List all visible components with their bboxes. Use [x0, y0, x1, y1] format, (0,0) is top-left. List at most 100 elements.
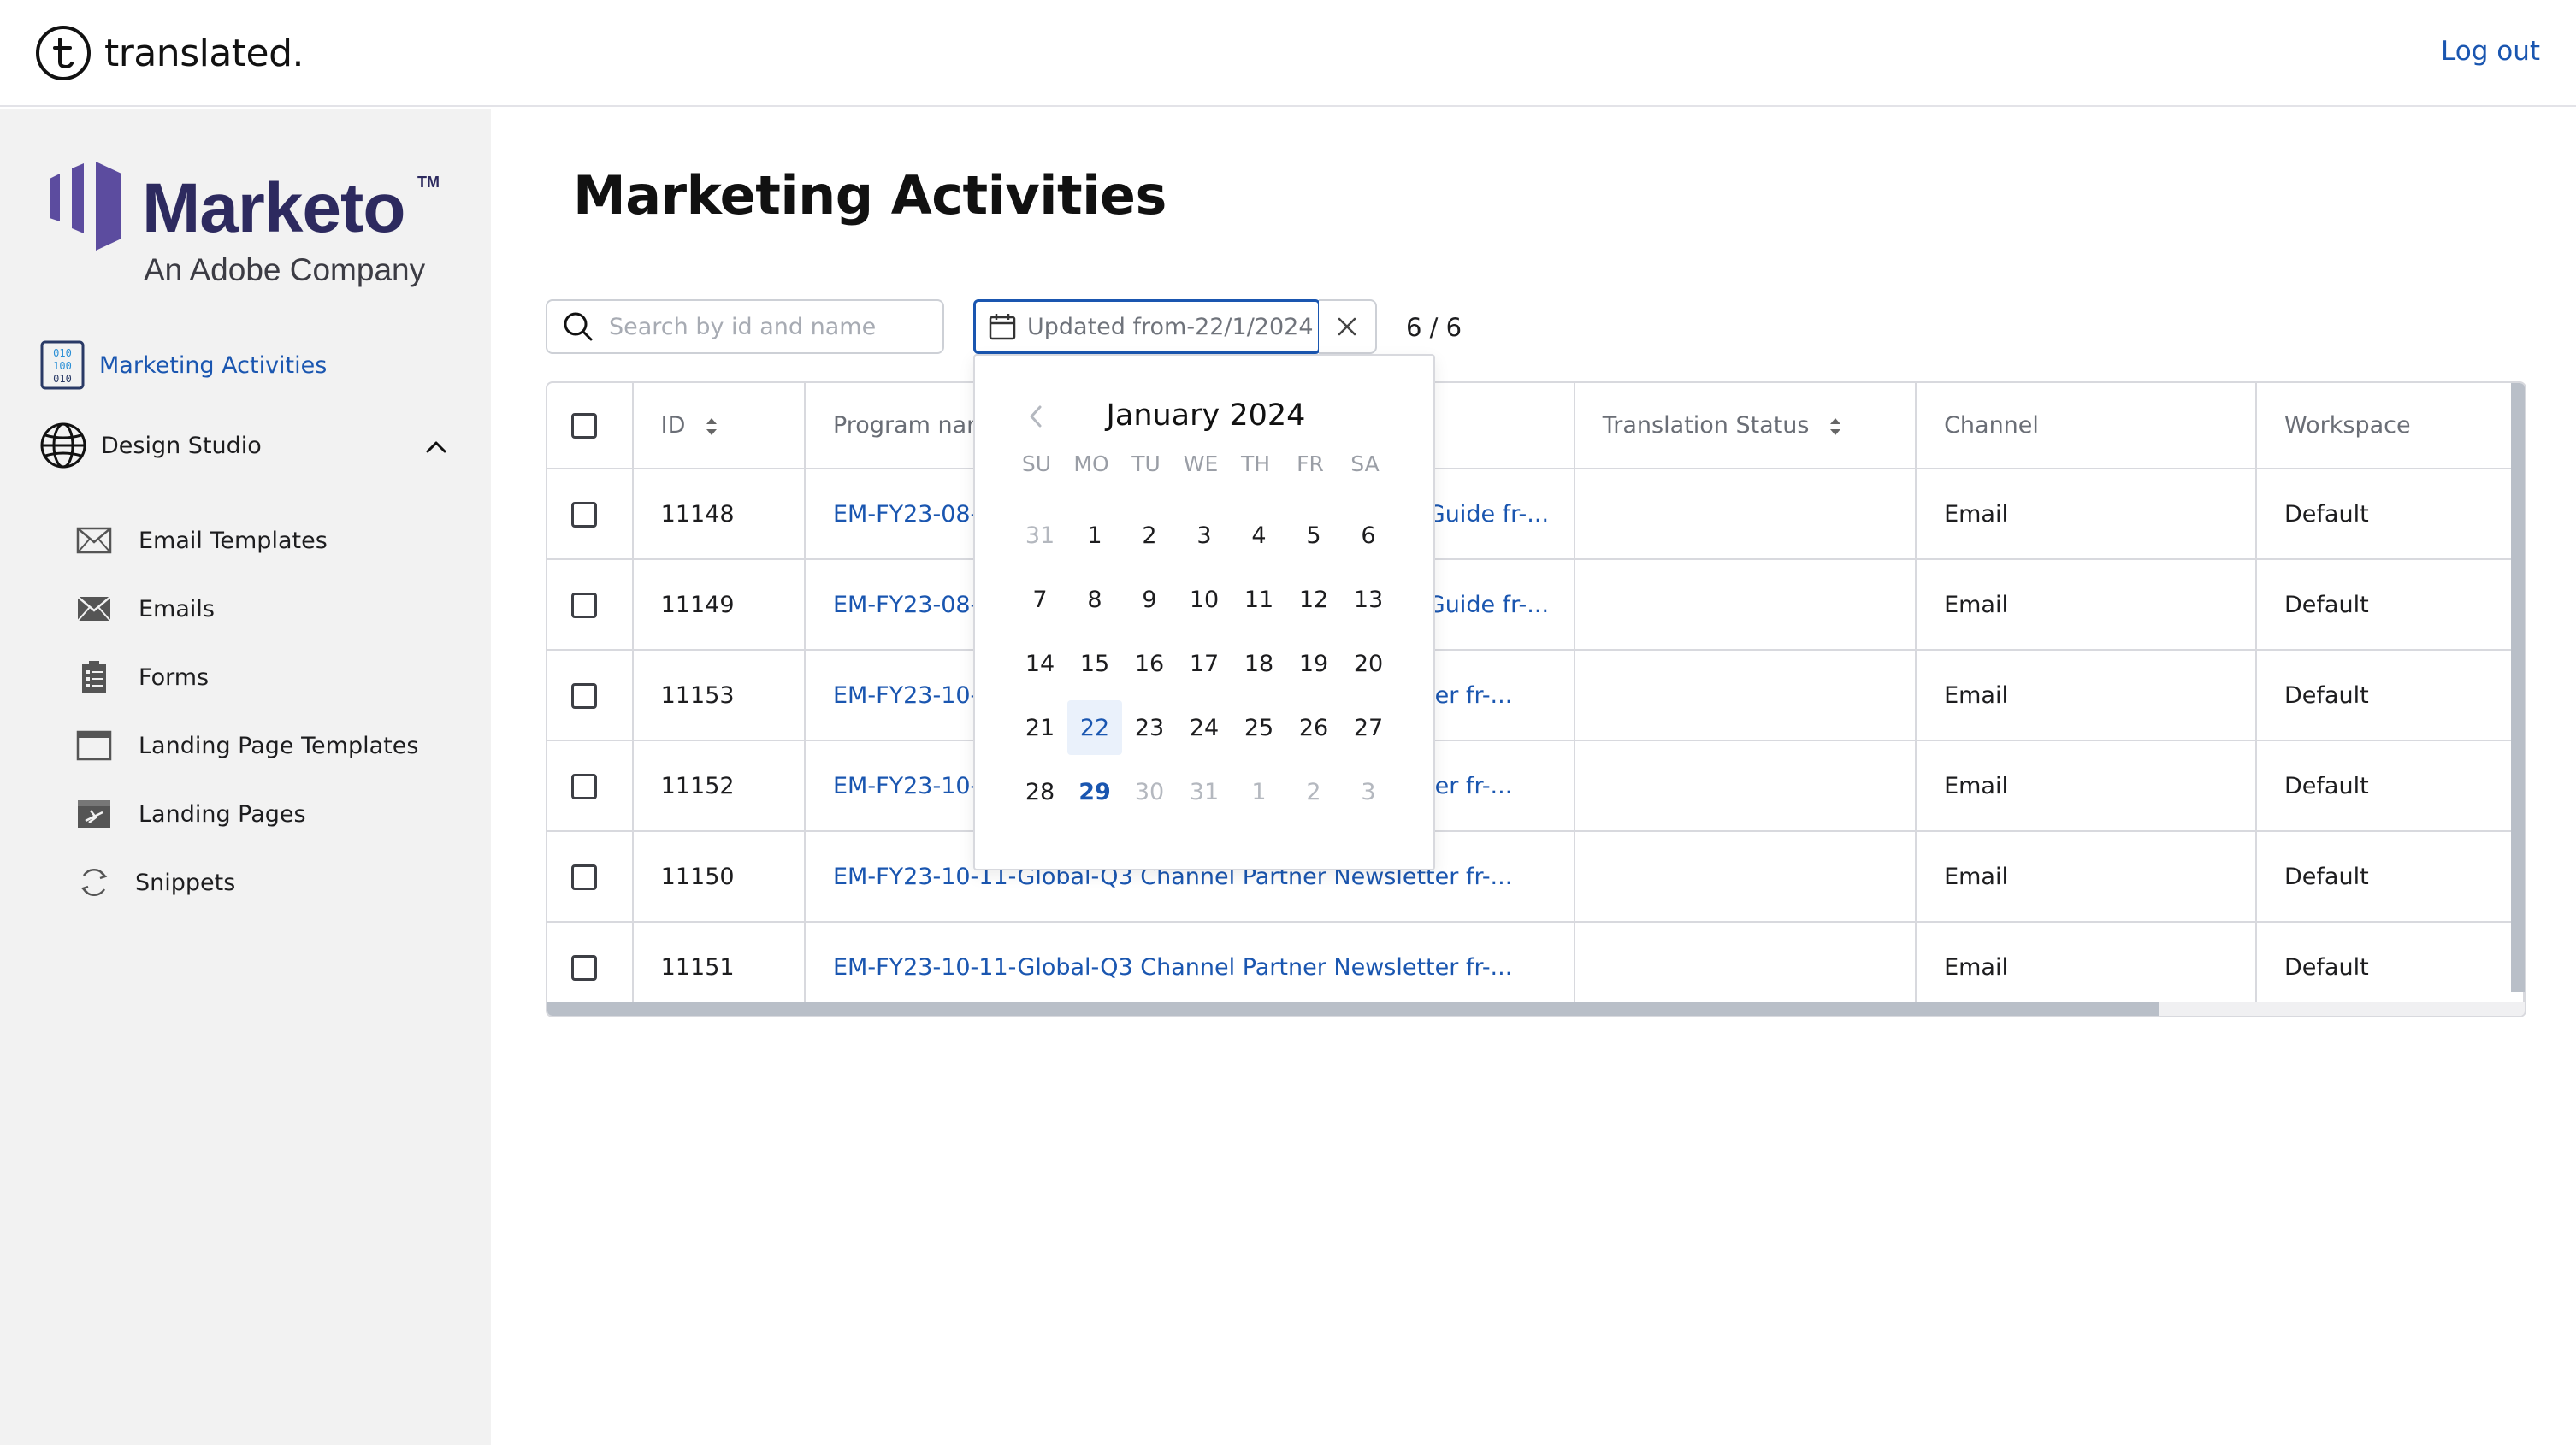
- calendar-day[interactable]: 1: [1232, 764, 1286, 819]
- row-checkbox[interactable]: [571, 682, 597, 709]
- calendar-day[interactable]: 22: [1067, 700, 1122, 755]
- row-checkbox[interactable]: [571, 954, 597, 981]
- search-input[interactable]: [609, 313, 934, 340]
- sidebar-item-landing-page-templates[interactable]: Landing Page Templates: [75, 728, 418, 763]
- horizontal-scrollbar[interactable]: [547, 1002, 2525, 1016]
- sidebar-item-snippets[interactable]: Snippets: [75, 865, 235, 899]
- calendar-day[interactable]: 25: [1232, 700, 1286, 755]
- select-all-cell: [547, 383, 634, 469]
- calendar-day[interactable]: 11: [1232, 572, 1286, 627]
- date-filter-input[interactable]: Updated from-22/1/2024: [973, 299, 1320, 354]
- row-checkbox[interactable]: [571, 501, 597, 528]
- calendar-day[interactable]: 19: [1286, 636, 1341, 691]
- calendar-weekday-row: SU MO TU WE TH FR SA: [1009, 451, 1392, 486]
- sidebar-item-email-templates[interactable]: Email Templates: [75, 523, 328, 557]
- sort-icon[interactable]: [1828, 416, 1843, 438]
- row-checkbox[interactable]: [571, 864, 597, 890]
- table-row[interactable]: 11152 EM-FY23-10-11-Global-Q3 Channel Pa…: [547, 740, 2525, 832]
- calendar-day[interactable]: 13: [1341, 572, 1396, 627]
- calendar-day[interactable]: 8: [1067, 572, 1122, 627]
- calendar-day[interactable]: 29: [1067, 764, 1122, 819]
- translation-status: [1574, 650, 1917, 741]
- logout-link[interactable]: Log out: [2441, 36, 2540, 67]
- calendar-day[interactable]: 16: [1122, 636, 1177, 691]
- sidebar-item-label: Emails: [139, 595, 215, 622]
- calendar-day[interactable]: 1: [1067, 508, 1122, 563]
- sidebar-item-forms[interactable]: Forms: [75, 660, 209, 694]
- clear-date-button[interactable]: [1319, 299, 1377, 354]
- table-row[interactable]: 11150 EM-FY23-10-11-Global-Q3 Channel Pa…: [547, 831, 2525, 923]
- row-channel: Email: [1916, 831, 2258, 923]
- calendar-day[interactable]: 27: [1341, 700, 1396, 755]
- search-box[interactable]: [546, 299, 944, 354]
- calendar-day[interactable]: 31: [1177, 764, 1232, 819]
- translation-status: [1574, 922, 1917, 1013]
- calendar-day[interactable]: 12: [1286, 572, 1341, 627]
- calendar-day[interactable]: 5: [1286, 508, 1341, 563]
- sidebar-item-design-studio[interactable]: Design Studio: [39, 422, 262, 469]
- sidebar-item-emails[interactable]: Emails: [75, 592, 215, 626]
- calendar-day[interactable]: 17: [1177, 636, 1232, 691]
- calendar-day[interactable]: 20: [1341, 636, 1396, 691]
- activities-table: ID Program name Translation Status Chann…: [546, 381, 2526, 1017]
- svg-text:010: 010: [53, 373, 72, 385]
- sort-icon[interactable]: [704, 416, 719, 438]
- calendar-day[interactable]: 26: [1286, 700, 1341, 755]
- logo-subtitle: An Adobe Company: [144, 252, 426, 287]
- brand[interactable]: translated.: [34, 24, 304, 82]
- row-id: 11148: [632, 469, 806, 560]
- sidebar-item-landing-pages[interactable]: Landing Pages: [75, 797, 306, 831]
- result-count: 6 / 6: [1406, 313, 1462, 342]
- calendar-days-grid: 31 1 2 3 4 5 6 7 8 9 10 11 12 13 14 15 16 17 18 19 20 21 22 23 2…: [1013, 504, 1396, 825]
- calendar-day[interactable]: 14: [1013, 636, 1067, 691]
- column-header-id[interactable]: ID: [632, 383, 806, 469]
- calendar-day[interactable]: 28: [1013, 764, 1067, 819]
- row-id: 11153: [632, 650, 806, 741]
- calendar-weekday: SA: [1350, 451, 1380, 476]
- program-name-link[interactable]: EM-FY23-10-11-Global-Q3 Channel Partner …: [804, 922, 1575, 1013]
- search-icon: [564, 312, 593, 341]
- table-row[interactable]: 11149 EM-FY23-08-XX-Global-Q3 Partner Pr…: [547, 559, 2525, 651]
- horizontal-scrollbar-thumb[interactable]: [547, 1002, 2159, 1016]
- row-checkbox[interactable]: [571, 592, 597, 618]
- row-checkbox[interactable]: [571, 773, 597, 799]
- calendar-day[interactable]: 21: [1013, 700, 1067, 755]
- calendar-day[interactable]: 24: [1177, 700, 1232, 755]
- calendar-day[interactable]: 15: [1067, 636, 1122, 691]
- calendar-day[interactable]: 3: [1177, 508, 1232, 563]
- sidebar-item-label: Forms: [139, 664, 210, 691]
- logo-wordmark: Marketo: [142, 169, 405, 247]
- close-icon: [1338, 317, 1356, 336]
- table-row[interactable]: 11148 EM-FY23-08-XX-Global-Q3 Partner Pr…: [547, 469, 2525, 560]
- calendar-day[interactable]: 18: [1232, 636, 1286, 691]
- row-id: 11149: [632, 559, 806, 651]
- column-header-translation-status[interactable]: Translation Status: [1574, 383, 1917, 469]
- sidebar-item-marketing-activities[interactable]: 010 100 010 Marketing Activities: [39, 339, 327, 391]
- calendar-day[interactable]: 3: [1341, 764, 1396, 819]
- top-bar: translated. Log out: [0, 0, 2576, 107]
- email-template-icon: [76, 527, 112, 554]
- sidebar: Marketo TM An Adobe Company 010 100 010 …: [0, 109, 491, 1445]
- table-row[interactable]: 11151 EM-FY23-10-11-Global-Q3 Channel Pa…: [547, 922, 2525, 1013]
- table-row[interactable]: 11153 EM-FY23-10-11-Global-Q3 Channel Pa…: [547, 650, 2525, 741]
- chevron-up-icon[interactable]: [424, 435, 448, 459]
- sidebar-item-label: Marketing Activities: [99, 351, 328, 379]
- calendar-weekday: FR: [1297, 451, 1324, 476]
- calendar-day[interactable]: 4: [1232, 508, 1286, 563]
- row-workspace: Default: [2256, 469, 2525, 560]
- calendar-day[interactable]: 2: [1286, 764, 1341, 819]
- calendar-month-label: January 2024: [1106, 398, 1306, 433]
- logo-trademark: TM: [417, 174, 440, 191]
- calendar-day[interactable]: 23: [1122, 700, 1177, 755]
- calendar-day[interactable]: 9: [1122, 572, 1177, 627]
- select-all-checkbox[interactable]: [571, 413, 597, 439]
- calendar-day[interactable]: 31: [1013, 508, 1067, 563]
- vertical-scrollbar[interactable]: [2511, 383, 2525, 992]
- calendar-day[interactable]: 7: [1013, 572, 1067, 627]
- column-header-channel[interactable]: Channel: [1916, 383, 2258, 469]
- calendar-day[interactable]: 2: [1122, 508, 1177, 563]
- column-header-workspace[interactable]: Workspace: [2256, 383, 2525, 469]
- calendar-day[interactable]: 30: [1122, 764, 1177, 819]
- calendar-day[interactable]: 6: [1341, 508, 1396, 563]
- calendar-day[interactable]: 10: [1177, 572, 1232, 627]
